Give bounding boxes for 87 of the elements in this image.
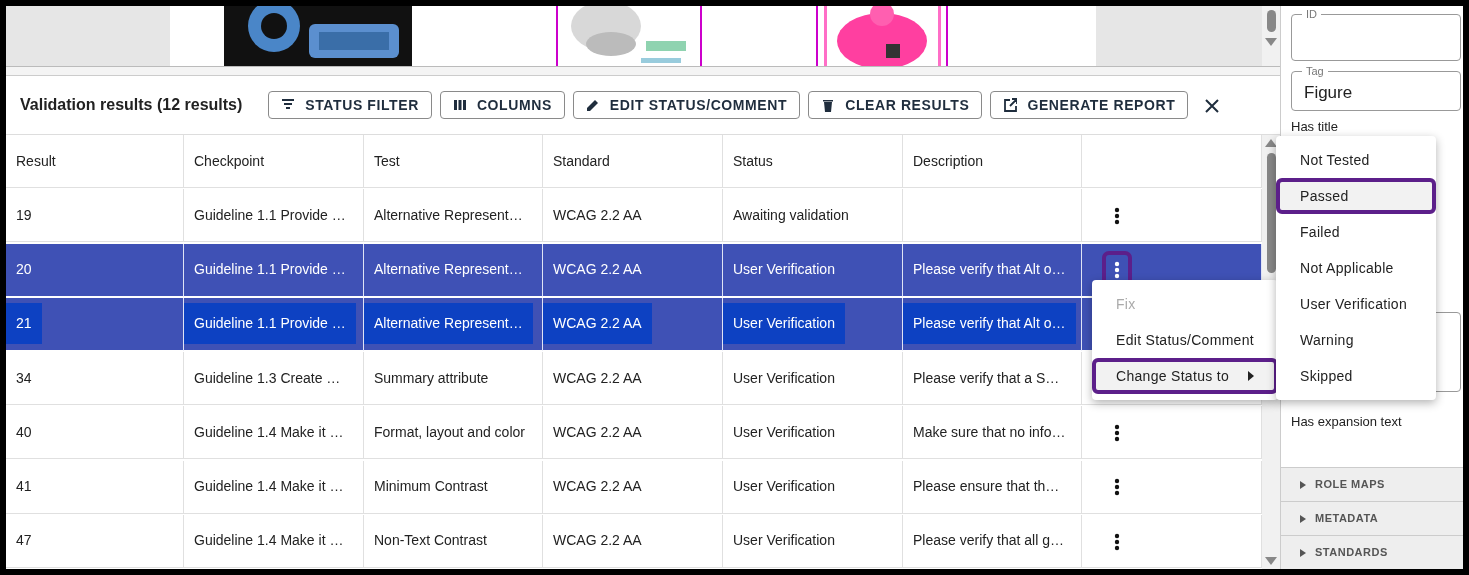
kebab-icon xyxy=(1114,532,1120,551)
table-cell: 19 xyxy=(6,189,184,243)
panel-title: Validation results (12 results) xyxy=(20,95,243,115)
accordion-section[interactable]: METADATA xyxy=(1281,501,1463,535)
table-cell: Guideline 1.4 Make it … xyxy=(184,460,364,514)
table-cell: Minimum Contrast xyxy=(364,460,543,514)
menu-item[interactable]: User Verification xyxy=(1276,286,1436,322)
toolbar-button[interactable]: EDIT STATUS/COMMENT xyxy=(572,91,801,119)
scroll-arrow-icon[interactable] xyxy=(1265,557,1277,565)
resize-handle[interactable] xyxy=(6,66,1280,76)
table-cell: WCAG 2.2 AA xyxy=(543,297,723,351)
column-header: Result xyxy=(6,135,184,188)
table-cell: Guideline 1.1 Provide … xyxy=(184,243,364,297)
close-icon xyxy=(1204,97,1221,114)
table-cell: User Verification xyxy=(723,297,903,351)
table-cell: 47 xyxy=(6,514,184,568)
menu-item[interactable]: Change Status to xyxy=(1092,358,1278,394)
kebab-icon xyxy=(1114,424,1120,443)
menu-item[interactable]: Warning xyxy=(1276,322,1436,358)
table-cell: Please ensure that th… xyxy=(903,460,1082,514)
scroll-arrow-icon[interactable] xyxy=(1265,139,1277,147)
table-cell: Please verify that a S… xyxy=(903,352,1082,405)
table-cell: Format, layout and color xyxy=(364,406,543,460)
toolbar-button[interactable]: CLEAR RESULTS xyxy=(808,91,983,119)
menu-item[interactable]: Not Applicable xyxy=(1276,250,1436,286)
table-cell: Make sure that no info… xyxy=(903,406,1082,460)
accordion-section[interactable]: ROLE MAPS xyxy=(1281,467,1463,501)
menu-item[interactable]: Failed xyxy=(1276,214,1436,250)
external-link-icon xyxy=(1003,97,1018,113)
scroll-thumb[interactable] xyxy=(1266,10,1276,32)
table-cell: User Verification xyxy=(723,514,903,568)
table-cell: WCAG 2.2 AA xyxy=(543,189,723,243)
table-cell: Alternative Represent… xyxy=(364,297,543,351)
table-cell: 20 xyxy=(6,243,184,297)
table-cell: User Verification xyxy=(723,243,903,297)
table-cell: User Verification xyxy=(723,460,903,514)
accordion-section[interactable]: STANDARDS xyxy=(1281,535,1463,569)
scroll-arrow-icon[interactable] xyxy=(1265,38,1277,46)
kebab-icon xyxy=(1114,478,1120,497)
toolbar-button[interactable]: COLUMNS xyxy=(439,91,565,119)
toolbar-button[interactable]: STATUS FILTER xyxy=(268,91,432,119)
column-header: Status xyxy=(723,135,903,188)
caret-icon xyxy=(1299,514,1307,523)
table-cell: Please verify that Alt o… xyxy=(903,243,1082,297)
column-header: Standard xyxy=(543,135,723,188)
table-cell: WCAG 2.2 AA xyxy=(543,514,723,568)
columns-icon xyxy=(452,97,467,113)
toolbar-button[interactable]: GENERATE REPORT xyxy=(990,91,1189,119)
scrollbar[interactable] xyxy=(1262,6,1280,66)
caret-icon xyxy=(1299,548,1307,557)
table-cell: Guideline 1.1 Provide … xyxy=(184,189,364,243)
table-cell: Guideline 1.1 Provide … xyxy=(184,297,364,351)
table-cell: Guideline 1.3 Create … xyxy=(184,352,364,405)
column-header: Description xyxy=(903,135,1082,188)
table-cell: 41 xyxy=(6,460,184,514)
column-header: Checkpoint xyxy=(184,135,364,188)
table-cell: 34 xyxy=(6,352,184,405)
table-cell: Please verify that Alt o… xyxy=(903,297,1082,351)
table-cell: Please verify that all g… xyxy=(903,514,1082,568)
table-cell: WCAG 2.2 AA xyxy=(543,243,723,297)
field-label: Has title xyxy=(1291,118,1338,136)
table-cell: Summary attribute xyxy=(364,352,543,405)
table-cell: Alternative Represent… xyxy=(364,189,543,243)
pencil-icon xyxy=(585,97,600,113)
menu-item[interactable]: Skipped xyxy=(1276,358,1436,394)
table-cell: 40 xyxy=(6,406,184,460)
field-label: Has expansion text xyxy=(1291,412,1403,431)
table-cell: WCAG 2.2 AA xyxy=(543,352,723,405)
column-header: Test xyxy=(364,135,543,188)
table-cell: 21 xyxy=(6,297,184,351)
table-cell: User Verification xyxy=(723,352,903,405)
scroll-thumb[interactable] xyxy=(1266,153,1276,273)
menu-item[interactable]: Edit Status/Comment xyxy=(1092,322,1278,358)
table-cell: User Verification xyxy=(723,406,903,460)
table-cell: Non-Text Contrast xyxy=(364,514,543,568)
menu-item[interactable]: Passed xyxy=(1276,178,1436,214)
kebab-icon xyxy=(1114,207,1120,226)
caret-icon xyxy=(1299,480,1307,489)
table-cell: WCAG 2.2 AA xyxy=(543,406,723,460)
kebab-icon xyxy=(1114,261,1120,280)
table-cell: Awaiting validation xyxy=(723,189,903,243)
table-cell: Alternative Represent… xyxy=(364,243,543,297)
table-cell: Guideline 1.4 Make it … xyxy=(184,514,364,568)
trash-icon xyxy=(821,97,836,113)
menu-item[interactable]: Not Tested xyxy=(1276,142,1436,178)
table-cell: Guideline 1.4 Make it … xyxy=(184,406,364,460)
table-cell: WCAG 2.2 AA xyxy=(543,460,723,514)
